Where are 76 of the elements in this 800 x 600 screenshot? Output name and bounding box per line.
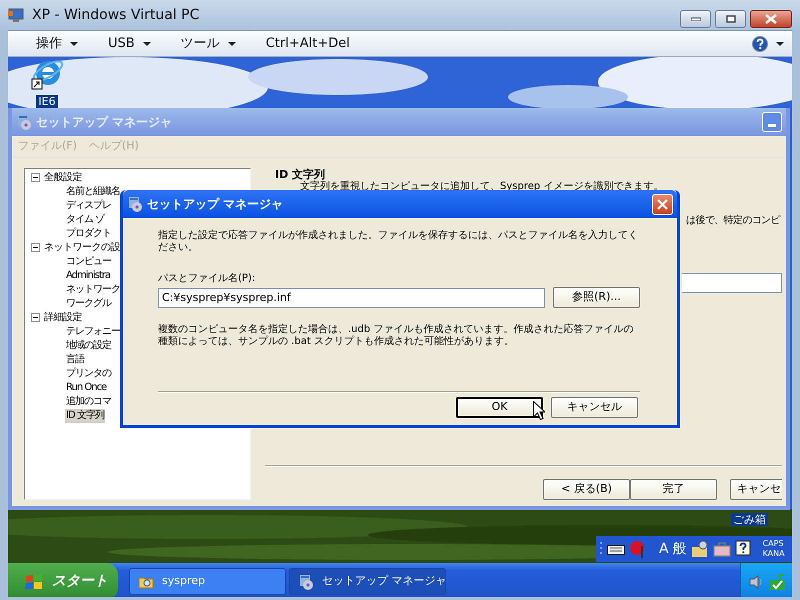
- windows-logo-icon: [24, 572, 44, 590]
- dialog-button[interactable]: OK: [456, 397, 543, 418]
- menu-item[interactable]: Ctrl+Alt+Del: [262, 34, 354, 54]
- maximize-icon: [726, 15, 736, 23]
- wizard-button[interactable]: < 戻る(B): [543, 478, 630, 500]
- dialog-note: 複数のコンピュータ名を指定した場合は、.udb ファイルも作成されています。作成された応答ファイルの種類によっては、サンプルの .bat スクリプトも作成された可能性があります。: [158, 324, 634, 348]
- expander-icon[interactable]: [31, 313, 40, 322]
- ball-icon: [629, 540, 647, 558]
- tree-item[interactable]: プロダクト: [65, 226, 112, 240]
- caret-icon: [70, 42, 78, 46]
- setup-icon: [298, 574, 314, 590]
- setup-icon: [127, 196, 143, 212]
- minimize-icon: [690, 17, 700, 21]
- speaker-icon: [748, 574, 764, 590]
- tree-item[interactable]: 地域の設定: [65, 338, 112, 352]
- tree-item[interactable]: タイム ゾ: [65, 212, 106, 226]
- tree-item[interactable]: ネットワークの設: [44, 240, 120, 254]
- help-icon: [734, 540, 751, 558]
- window-title: セットアップ マネージャ: [36, 114, 172, 131]
- page-description: は後で、特定のコンピ: [686, 214, 782, 226]
- expander-icon[interactable]: [31, 243, 40, 252]
- input-mode-label[interactable]: A: [659, 538, 669, 560]
- tree-item[interactable]: Administra: [65, 268, 112, 282]
- close-icon: [765, 14, 777, 24]
- path-field[interactable]: C:¥sysprep¥sysprep.inf: [158, 288, 545, 308]
- caret-icon: [142, 42, 151, 46]
- tree-item[interactable]: プリンタの: [65, 366, 112, 380]
- dialog-title: セットアップ マネージャ: [147, 196, 284, 213]
- close-button[interactable]: [750, 10, 792, 28]
- menu-item[interactable]: USB: [104, 34, 155, 54]
- tree-item[interactable]: 追加のコマ: [65, 394, 112, 408]
- tree-item[interactable]: ディスプレ: [65, 198, 112, 212]
- caps-indicator: CAPS: [762, 539, 785, 549]
- expander-icon[interactable]: [31, 173, 40, 182]
- tree-item[interactable]: 詳細設定: [44, 310, 82, 324]
- caret-icon: [776, 42, 784, 46]
- menu-item[interactable]: ツール: [176, 34, 240, 54]
- minimize-icon: [768, 124, 776, 127]
- field-label: パスとファイル名(P):: [158, 273, 256, 285]
- window-title: XP - Windows Virtual PC: [32, 6, 200, 24]
- case-icon: [712, 541, 731, 557]
- tree-item[interactable]: ネットワーク: [65, 282, 121, 296]
- tree-item[interactable]: コンピュー: [65, 254, 112, 268]
- grip-icon: [600, 541, 603, 557]
- folder-icon: [138, 574, 154, 588]
- tree-item[interactable]: Run Once: [65, 380, 108, 394]
- maximize-button[interactable]: [715, 10, 746, 28]
- tree-item[interactable]: ID 文字列: [65, 408, 105, 422]
- dialog-message: 指定した設定で応答ファイルが作成されました。ファイルを保存するには、パスとファイル名を入力してください。: [158, 230, 638, 254]
- help-icon: [752, 36, 768, 52]
- kana-indicator: KANA: [762, 549, 785, 559]
- input-mode-label[interactable]: 般: [672, 538, 687, 560]
- taskbar-button[interactable]: sysprep: [129, 568, 286, 595]
- tree-item[interactable]: 名前と組織名: [65, 184, 121, 198]
- tree-item[interactable]: 言語: [65, 352, 85, 366]
- cursor-icon: [533, 401, 545, 420]
- menu-item[interactable]: 操作: [32, 34, 82, 54]
- minimize-button[interactable]: [680, 10, 711, 28]
- setup-icon: [16, 114, 32, 130]
- network-icon: [768, 572, 786, 590]
- tree-item[interactable]: 全般設定: [44, 170, 82, 184]
- tree-item[interactable]: テレフォニー: [65, 324, 121, 338]
- tree-item[interactable]: ワークグル: [65, 296, 112, 310]
- wizard-button[interactable]: 完了: [630, 478, 717, 500]
- close-icon: [657, 198, 668, 210]
- keyboard-icon: [607, 543, 625, 555]
- caret-icon: [228, 42, 236, 46]
- page-heading: ID 文字列: [274, 168, 326, 180]
- icon-label[interactable]: IE6: [36, 95, 58, 108]
- icon-label[interactable]: ごみ箱: [731, 513, 768, 526]
- browse-button[interactable]: 参照(R)...: [553, 287, 640, 308]
- dialog-button[interactable]: キャンセル: [551, 397, 638, 418]
- monitor-icon: [8, 7, 24, 23]
- wizard-button[interactable]: キャンセ: [730, 478, 782, 500]
- taskbar-button[interactable]: セットアップ マネージャ: [289, 568, 446, 595]
- input-field[interactable]: [682, 272, 782, 292]
